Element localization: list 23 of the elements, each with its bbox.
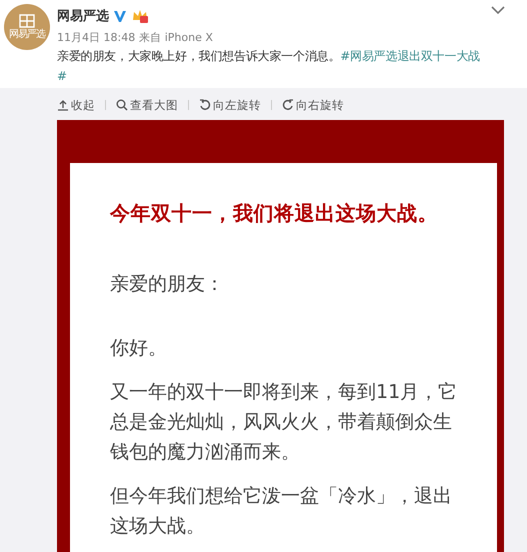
grid-logo-icon [17, 14, 37, 28]
author-name[interactable]: 网易严选 [57, 7, 109, 25]
crown-badge-icon [131, 8, 149, 24]
post-time[interactable]: 11月4日 18:48 [57, 30, 136, 45]
search-icon [116, 99, 128, 111]
post-text: 亲爱的朋友，大家晚上好，我们想告诉大家一个消息。#网易严选退出双十一大战 [57, 48, 481, 65]
hashtag-end-mark[interactable]: # [57, 67, 67, 85]
post-source: 来自 iPhone X [139, 30, 213, 45]
letter-greeting: 亲爱的朋友： [110, 272, 225, 297]
hashtag-link[interactable]: #网易严选退出双十一大战 [340, 49, 480, 63]
letter-paragraph: 但今年我们想给它泼一盆「冷水」，退出这场大战。 [110, 484, 453, 539]
letter-headline: 今年双十一，我们将退出这场大战。 [110, 200, 439, 227]
rotate-right-icon [282, 99, 294, 111]
toolbar-link[interactable]: 向右旋转 [282, 98, 344, 112]
toolbar-link[interactable]: 向左旋转 [199, 98, 261, 112]
letter-paragraph: 又一年的双十一即将到来，每到11月，它总是金光灿灿，风风火火，带着颠倒众生钱包的魔力汹涌而来。 [110, 380, 458, 465]
toolbar-link[interactable]: 收起 [57, 98, 95, 112]
letter-paragraph: 你好。 [110, 336, 168, 361]
chevron-down-icon[interactable] [491, 6, 505, 14]
toolbar-link[interactable]: 查看大图 [116, 98, 178, 112]
avatar-logo-text: 网易严选 [9, 29, 45, 40]
rotate-left-icon [199, 99, 211, 111]
upload-arrow-icon [57, 99, 69, 111]
